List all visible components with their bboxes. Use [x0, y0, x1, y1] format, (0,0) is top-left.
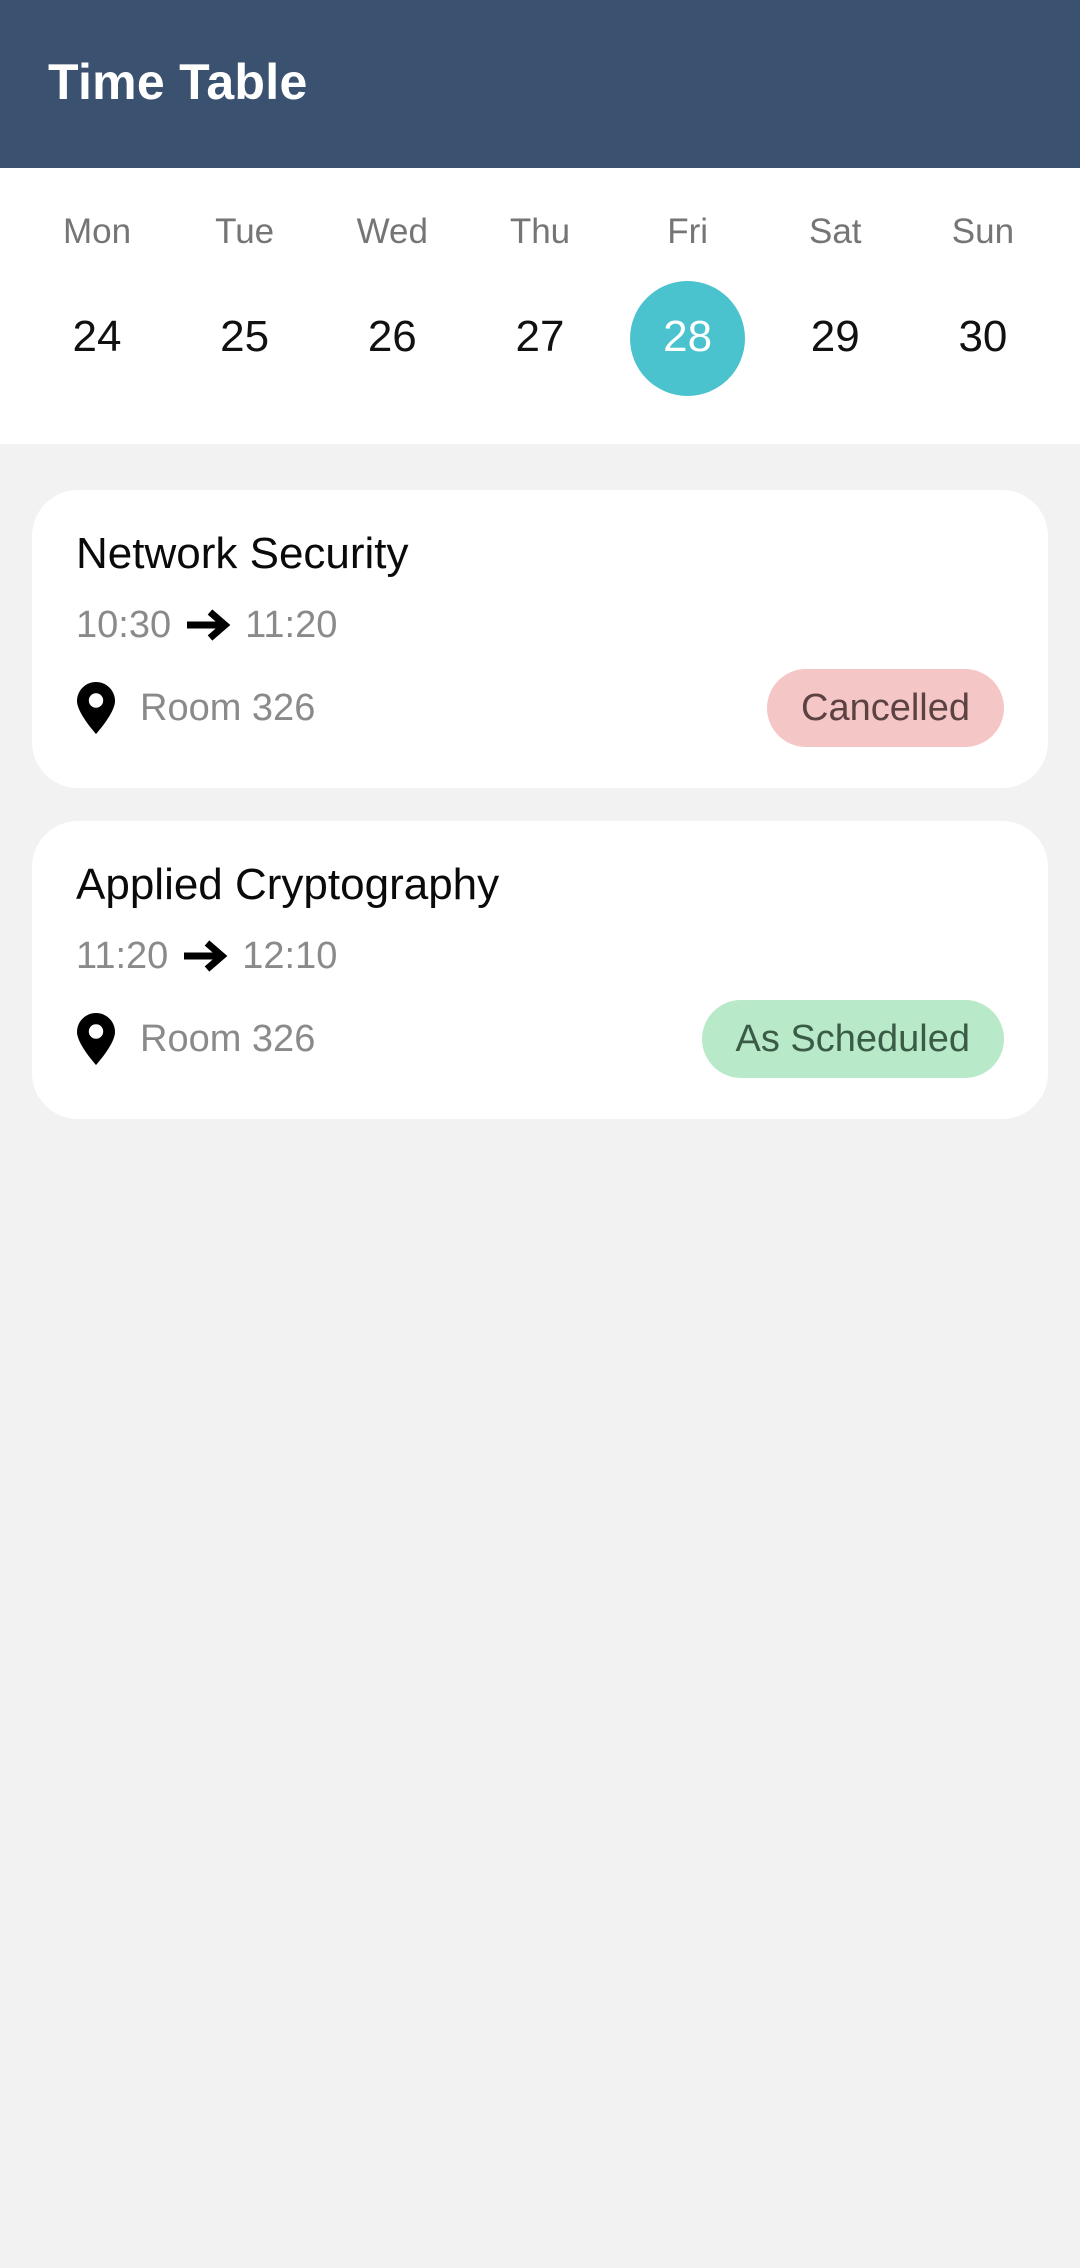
day-name-sat: Sat — [809, 212, 862, 251]
day-name-sun: Sun — [951, 212, 1015, 251]
day-date-sat: 29 — [810, 312, 860, 361]
class-end-time: 12:10 — [242, 935, 338, 977]
location-pin-icon — [76, 682, 116, 734]
class-time-range: 11:20 12:10 — [76, 937, 1004, 975]
class-room: Room 326 — [140, 687, 316, 729]
class-title: Network Security — [76, 529, 409, 578]
time-table-screen: Time Table Mon 24 Tue 25 Wed 26 Thu 27 F… — [0, 0, 1080, 2268]
day-date-thu: 27 — [515, 312, 565, 361]
location-pin-icon — [76, 1013, 116, 1065]
day-date-tue: 25 — [220, 312, 270, 361]
class-end-time: 11:20 — [245, 604, 338, 646]
schedule-list: Network Security 10:30 11:20 Room 326 Ca… — [0, 444, 1080, 2268]
day-date-wrap-sun[interactable]: 30 — [925, 281, 1040, 396]
day-name-mon: Mon — [62, 212, 132, 251]
app-bar: Time Table — [0, 0, 1080, 168]
class-location: Room 326 — [76, 1013, 315, 1065]
day-date-wrap-mon[interactable]: 24 — [40, 281, 155, 396]
day-column-wed[interactable]: Wed 26 — [323, 168, 461, 396]
day-column-tue[interactable]: Tue 25 — [176, 168, 314, 396]
day-date-mon: 24 — [72, 312, 122, 361]
day-name-tue: Tue — [215, 212, 275, 251]
week-day-selector[interactable]: Mon 24 Tue 25 Wed 26 Thu 27 Fri 28 Sat 2… — [0, 168, 1080, 444]
class-start-time: 11:20 — [76, 935, 169, 977]
day-name-fri: Fri — [667, 212, 709, 251]
arrow-right-icon — [182, 939, 228, 973]
day-date-wrap-wed[interactable]: 26 — [335, 281, 450, 396]
day-column-sat[interactable]: Sat 29 — [766, 168, 904, 396]
class-start-time: 10:30 — [76, 604, 172, 646]
status-badge: As Scheduled — [701, 1000, 1004, 1078]
day-date-wed: 26 — [367, 312, 417, 361]
class-location: Room 326 — [76, 682, 315, 734]
class-time-range: 10:30 11:20 — [76, 606, 1004, 644]
day-date-wrap-tue[interactable]: 25 — [187, 281, 302, 396]
arrow-right-icon — [185, 608, 231, 642]
class-card[interactable]: Applied Cryptography 11:20 12:10 Room 32… — [32, 821, 1048, 1119]
class-room: Room 326 — [140, 1018, 316, 1060]
class-card-footer: Room 326 As Scheduled — [76, 999, 1004, 1079]
status-badge: Cancelled — [767, 669, 1004, 747]
day-name-thu: Thu — [509, 212, 571, 251]
day-name-wed: Wed — [356, 212, 428, 251]
day-date-wrap-thu[interactable]: 27 — [482, 281, 597, 396]
day-date-wrap-sat[interactable]: 29 — [778, 281, 893, 396]
class-title: Applied Cryptography — [76, 860, 500, 909]
day-column-sun[interactable]: Sun 30 — [914, 168, 1052, 396]
day-date-sun: 30 — [958, 312, 1008, 361]
class-card[interactable]: Network Security 10:30 11:20 Room 326 Ca… — [32, 490, 1048, 788]
day-date-wrap-fri[interactable]: 28 — [630, 281, 746, 396]
day-column-fri-selected[interactable]: Fri 28 — [619, 168, 757, 396]
page-title: Time Table — [48, 54, 308, 110]
class-card-footer: Room 326 Cancelled — [76, 668, 1004, 748]
day-date-fri: 28 — [663, 312, 713, 361]
day-column-mon[interactable]: Mon 24 — [28, 168, 166, 396]
day-column-thu[interactable]: Thu 27 — [471, 168, 609, 396]
